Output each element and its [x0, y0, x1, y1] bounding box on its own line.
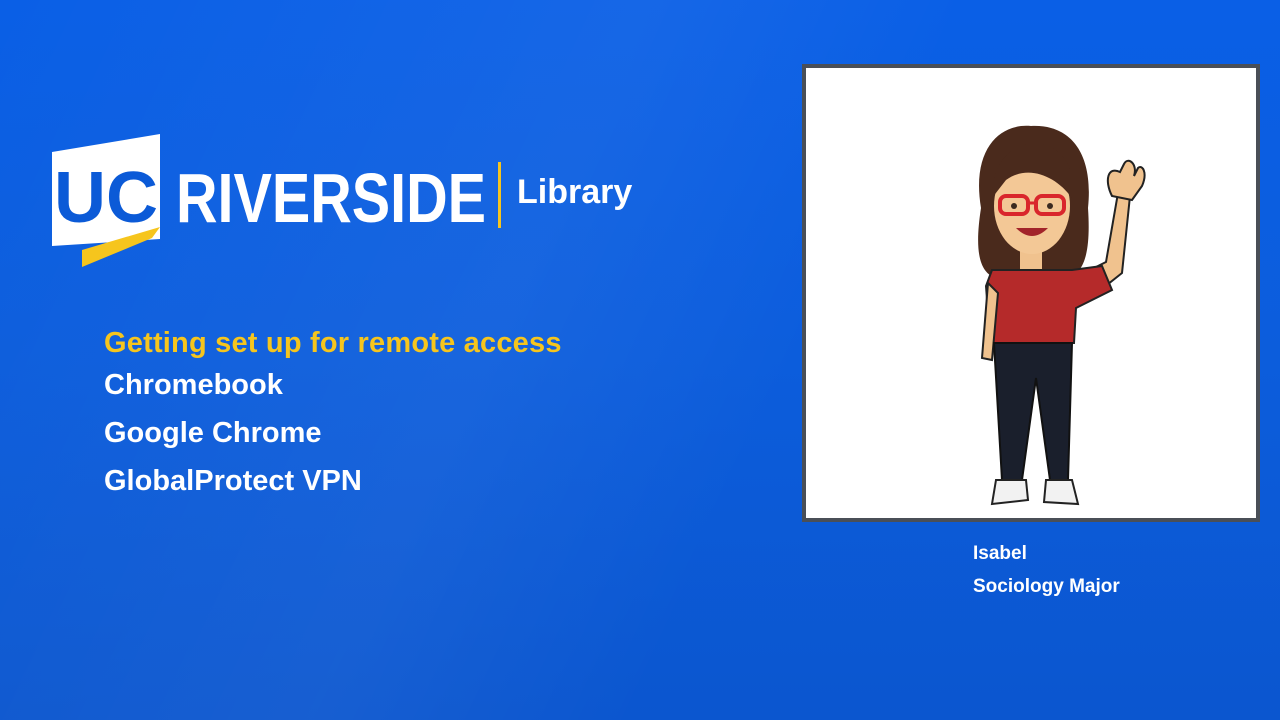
logo-divider — [498, 162, 501, 228]
presenter-avatar-frame — [802, 64, 1260, 522]
presenter-caption: Isabel Sociology Major — [973, 542, 1120, 608]
logo-riverside-text: RIVERSIDE — [176, 159, 486, 237]
topic-list: Chromebook Google Chrome GlobalProtect V… — [104, 366, 362, 510]
logo-uc-text: UC — [54, 158, 158, 238]
ucr-library-logo: UC RIVERSIDE Library — [52, 134, 632, 267]
logo-library-text: Library — [517, 173, 632, 211]
topic-item-globalprotect-vpn: GlobalProtect VPN — [104, 465, 362, 497]
presenter-role: Sociology Major — [973, 576, 1120, 597]
topic-item-chromebook: Chromebook — [104, 369, 283, 401]
presenter-name: Isabel — [973, 543, 1027, 564]
waving-avatar-icon — [978, 125, 1146, 506]
slide-subtitle: Getting set up for remote access — [104, 327, 562, 359]
topic-item-google-chrome: Google Chrome — [104, 417, 322, 449]
